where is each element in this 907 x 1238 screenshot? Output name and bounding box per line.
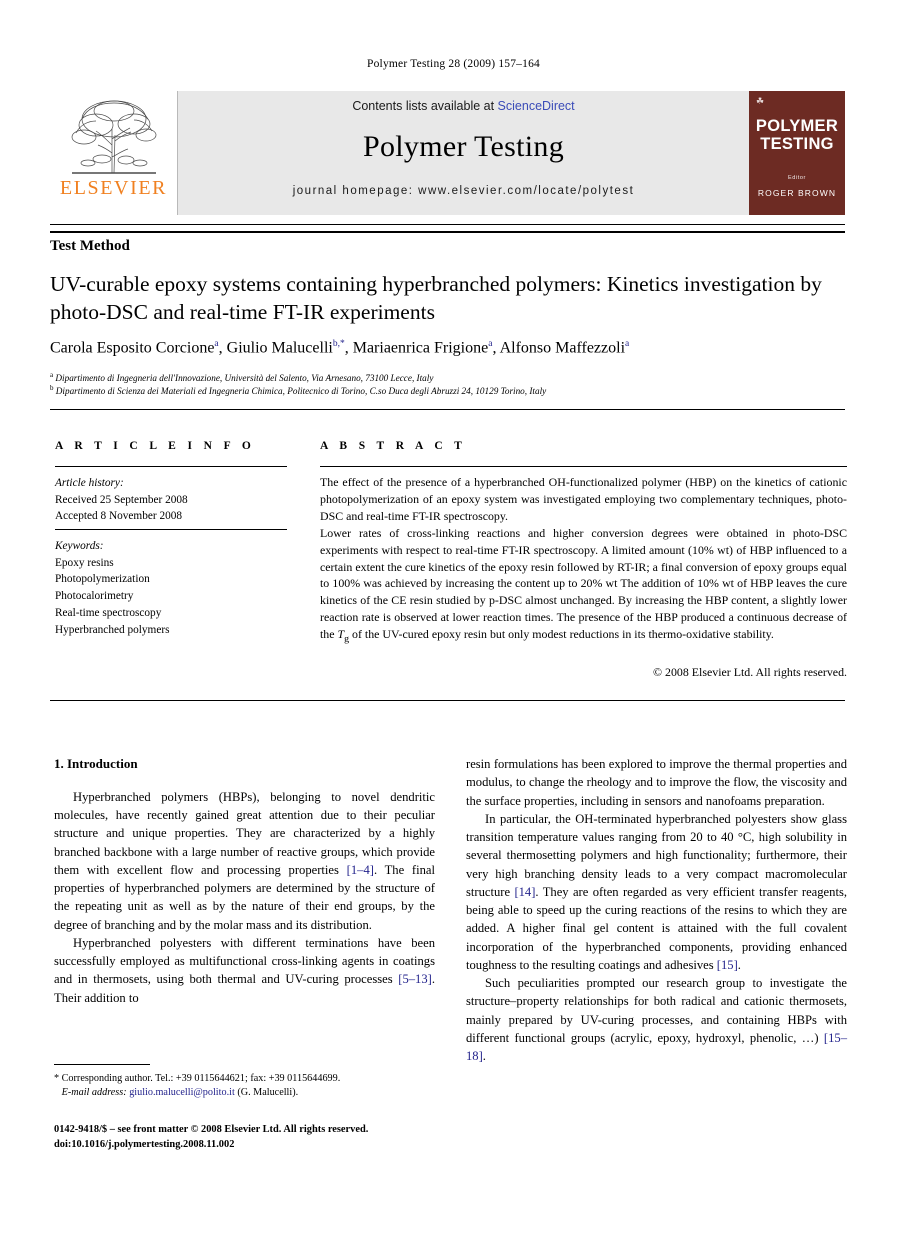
author-3-marks: a [488, 339, 493, 349]
footnote-block: * Corresponding author. Tel.: +39 011564… [54, 1072, 435, 1101]
author-3: Mariaenrica Frigione [352, 339, 489, 357]
affiliation-a-text: Dipartimento di Ingegneria dell'Innovazi… [55, 373, 434, 384]
issn-front-matter: 0142-9418/$ – see front matter © 2008 El… [54, 1124, 369, 1135]
abstract-paragraph: The effect of the presence of a hyperbra… [320, 475, 847, 523]
body-paragraph: resin formulations has been explored to … [466, 757, 847, 808]
running-head: Polymer Testing 28 (2009) 157–164 [367, 58, 540, 70]
body-paragraph: Hyperbranched polymers (HBPs), belonging… [54, 789, 435, 932]
abstract-copyright: © 2008 Elsevier Ltd. All rights reserved… [653, 665, 847, 679]
affiliation-a-mark: a [50, 371, 54, 379]
article-head-rule [50, 231, 845, 233]
citation-reference[interactable]: [15] [717, 958, 738, 972]
cover-title: POLYMER TESTING [756, 117, 838, 154]
citation-reference[interactable]: [14] [514, 885, 535, 899]
journal-band: Contents lists available at ScienceDirec… [178, 91, 749, 215]
journal-masthead: ELSEVIER Contents lists available at Sci… [50, 91, 845, 215]
keywords-label: Keywords: [55, 540, 104, 552]
email-owner: (G. Malucelli). [237, 1087, 299, 1099]
contents-available-line: Contents lists available at ScienceDirec… [352, 99, 574, 113]
corresponding-author-note: * Corresponding author. Tel.: +39 011564… [54, 1073, 341, 1084]
journal-cover-thumbnail: ☘ POLYMER TESTING Editor ROGER BROWN [749, 91, 845, 215]
elsevier-tree-icon [71, 100, 156, 174]
citation-reference[interactable]: [1–4] [347, 863, 374, 877]
email-label: E-mail address: [61, 1087, 127, 1099]
email-note: E-mail address: giulio.malucelli@polito.… [54, 1086, 435, 1100]
cover-title-line1: POLYMER [755, 117, 839, 135]
citation-reference[interactable]: [15–18] [466, 1031, 847, 1063]
author-2-marks: b,* [332, 339, 345, 349]
author-4-marks: a [625, 339, 630, 349]
article-info-heading: A R T I C L E I N F O [55, 440, 256, 452]
affiliation-b-text: Dipartimento di Scienza dei Materiali ed… [55, 386, 547, 397]
cover-editor-name: ROGER BROWN [757, 187, 837, 198]
elsevier-logo: ELSEVIER [50, 91, 178, 215]
article-history-block: Article history: Received 25 September 2… [55, 475, 290, 525]
article-history-label: Article history: [55, 477, 124, 489]
abstract-rule [320, 466, 847, 467]
doi-line: doi:10.1016/j.polymertesting.2008.11.002 [54, 1139, 235, 1151]
elsevier-wordmark: ELSEVIER [59, 177, 168, 199]
cover-publisher-mark-icon: ☘ [756, 96, 765, 106]
article-type-label: Test Method [50, 238, 130, 254]
keyword-item: Hyperbranched polymers [55, 623, 170, 636]
paper-page: Polymer Testing 28 (2009) 157–164 ELSEVI… [0, 0, 907, 1238]
abstract-body: The effect of the presence of a hyperbra… [320, 474, 847, 647]
footnote-separator-rule [54, 1064, 150, 1065]
abstract-heading: A B S T R A C T [320, 440, 467, 452]
sciencedirect-link[interactable]: ScienceDirect [498, 99, 575, 113]
author-list: Carola Esposito Corcionea, Giulio Maluce… [50, 339, 630, 357]
keyword-item: Epoxy resins [55, 556, 114, 569]
imprint-block: 0142-9418/$ – see front matter © 2008 El… [54, 1122, 454, 1152]
cover-title-line2: TESTING [760, 135, 834, 154]
affiliation-b: b Dipartimento di Scienza dei Materiali … [50, 383, 850, 398]
article-history-received: Received 25 September 2008 [55, 493, 188, 506]
body-column-right: resin formulations has been explored to … [466, 755, 847, 1065]
page-title: UV-curable epoxy systems containing hype… [50, 272, 822, 325]
affiliation-b-mark: b [50, 384, 54, 392]
article-history-accepted: Accepted 8 November 2008 [55, 510, 183, 523]
introduction-heading: 1. Introduction [54, 756, 138, 771]
masthead-bottom-rule [50, 224, 845, 225]
author-4: Alfonso Maffezzoli [499, 339, 626, 357]
body-paragraph: In particular, the OH-terminated hyperbr… [466, 811, 847, 972]
keyword-item: Photopolymerization [55, 573, 150, 586]
author-1-marks: a [214, 339, 219, 349]
abstract-bottom-rule [50, 700, 845, 701]
body-paragraph: Hyperbranched polyesters with different … [54, 935, 435, 1005]
journal-homepage-link[interactable]: journal homepage: www.elsevier.com/locat… [293, 185, 635, 197]
article-info-rule-top [55, 466, 287, 467]
contents-prefix: Contents lists available at [352, 99, 498, 113]
keyword-item: Photocalorimetry [55, 590, 134, 603]
body-paragraph: Such peculiarities prompted our research… [466, 976, 847, 1063]
keywords-block: Keywords: Epoxy resins Photopolymerizati… [55, 538, 290, 638]
email-link[interactable]: giulio.malucelli@polito.it [129, 1087, 235, 1098]
abstract-paragraph: Lower rates of cross-linking reactions a… [320, 525, 847, 645]
author-1: Carola Esposito Corcione [50, 339, 215, 357]
cover-editor-label: Editor [788, 174, 806, 181]
journal-title: Polymer Testing [362, 130, 564, 163]
body-column-left: 1. Introduction Hyperbranched polymers (… [54, 755, 435, 1007]
article-head-bottom-rule [50, 409, 845, 410]
keyword-item: Real-time spectroscopy [55, 606, 162, 619]
author-2: Giulio Malucelli [226, 339, 333, 357]
citation-reference[interactable]: [5–13] [398, 972, 432, 986]
article-info-rule-middle [55, 529, 287, 530]
